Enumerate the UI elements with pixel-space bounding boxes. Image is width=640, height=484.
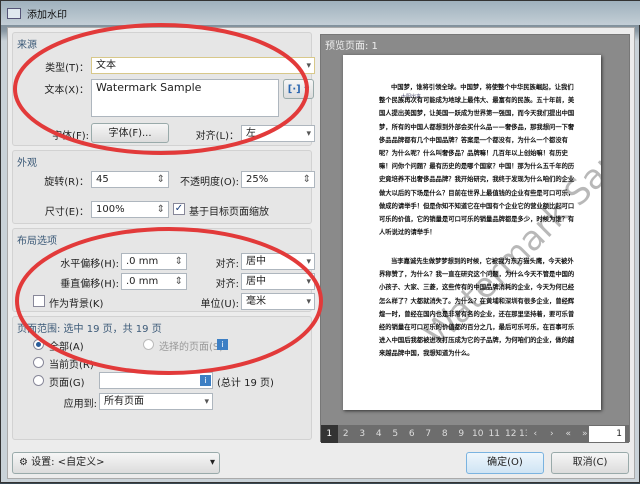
all-pages-radio[interactable]: [33, 339, 44, 350]
selected-pages-radio[interactable]: [143, 339, 154, 350]
preview-panel: 预览页面: 1 太阳出来 中国梦，谁将引领全球。中国梦，将使整个中华民族崛起，让…: [320, 34, 630, 443]
page-10[interactable]: 10: [470, 425, 487, 443]
font-label: 字体(F):: [52, 131, 89, 142]
voffset-label: 垂直偏移(H):: [60, 279, 119, 290]
apply-to-select[interactable]: 所有页面: [99, 393, 213, 410]
page-1[interactable]: 1: [321, 425, 338, 443]
preview-page: 太阳出来 中国梦，谁将引领全球。中国梦，将使整个中华民族崛起，让我们整个民族再次…: [343, 55, 601, 410]
settings-dropdown[interactable]: ⚙ 设置: <自定义> ▾: [12, 452, 220, 474]
text-input[interactable]: Watermark Sample: [91, 79, 279, 117]
current-page-label: 当前页(R): [49, 360, 94, 371]
hoffset-label: 水平偏移(H):: [60, 259, 119, 270]
pages-info-icon: i: [200, 375, 211, 386]
pages-input[interactable]: [99, 372, 213, 389]
type-label: 类型(T)：: [45, 63, 89, 74]
settings-label: 设置: <自定义>: [31, 457, 105, 468]
source-panel: 来源 类型(T)： 文本 文本(X)： Watermark Sample [·]…: [12, 32, 315, 146]
pages-radio[interactable]: [33, 375, 44, 386]
gear-icon: ⚙: [19, 457, 28, 468]
source-heading: 来源: [17, 40, 37, 51]
apply-to-label: 应用到:: [63, 399, 97, 410]
appearance-panel: 外观 旋转(R)： 45 不透明度(O): 25% 尺寸(E)： 100% ✓ …: [12, 150, 315, 224]
valign-label: 对齐:: [215, 279, 239, 290]
type-select[interactable]: 文本: [91, 57, 315, 74]
insert-field-icon: [·]: [287, 84, 301, 95]
opacity-spinner[interactable]: 25%: [241, 171, 315, 188]
layout-heading: 布局选项: [17, 236, 57, 247]
align-label: 对齐(L)：: [195, 131, 239, 142]
page-range-heading: 页面范围: 选中 19 页，共 19 页: [17, 324, 162, 335]
pages-label: 页面(G): [49, 378, 85, 389]
page-3[interactable]: 3: [354, 425, 371, 443]
hoffset-spinner[interactable]: .0 mm: [121, 253, 187, 270]
background-checkbox[interactable]: [33, 295, 45, 307]
chevron-down-icon: ▾: [209, 457, 215, 468]
dialog-title: 添加水印: [27, 9, 67, 21]
appearance-heading: 外观: [17, 158, 37, 169]
page-7[interactable]: 7: [420, 425, 437, 443]
valign-select[interactable]: 居中: [241, 273, 315, 290]
halign-label: 对齐:: [215, 259, 239, 270]
page-11[interactable]: 11: [486, 425, 503, 443]
page-5[interactable]: 5: [387, 425, 404, 443]
halign-select[interactable]: 居中: [241, 253, 315, 270]
rotate-spinner[interactable]: 45: [91, 171, 169, 188]
size-label: 尺寸(E)：: [44, 207, 89, 218]
prev-page-icon[interactable]: ‹: [527, 425, 544, 443]
font-button[interactable]: 字体(F)...: [91, 123, 169, 143]
next-page-icon[interactable]: ›: [544, 425, 561, 443]
page-12[interactable]: 12: [503, 425, 520, 443]
add-watermark-dialog: 添加水印 来源 类型(T)： 文本 文本(X)： Watermark Sampl…: [0, 0, 640, 483]
cancel-button[interactable]: 取消(C): [551, 452, 629, 474]
title-bar: 添加水印: [1, 1, 640, 25]
page-2[interactable]: 2: [338, 425, 355, 443]
opacity-label: 不透明度(O):: [179, 177, 239, 188]
unit-label: 单位(U):: [200, 299, 240, 310]
insert-field-button[interactable]: [·] ▾: [283, 79, 314, 99]
page-9[interactable]: 9: [453, 425, 470, 443]
background-label: 作为背景(K): [49, 299, 104, 310]
app-icon: [7, 7, 21, 19]
preview-title: 预览页面: 1: [325, 41, 378, 52]
rotate-label: 旋转(R)：: [44, 177, 89, 188]
voffset-spinner[interactable]: .0 mm: [121, 273, 187, 290]
align-select[interactable]: 左: [241, 125, 315, 142]
page-13[interactable]: 13: [519, 425, 527, 443]
scale-checkbox[interactable]: ✓: [173, 203, 185, 215]
size-spinner[interactable]: 100%: [91, 201, 169, 218]
unit-select[interactable]: 毫米: [241, 293, 315, 310]
page-navigator: 1 2 3 4 5 6 7 8 9 10 11 12 13 ‹ › « » 1: [321, 425, 629, 443]
layout-panel: 布局选项 水平偏移(H): .0 mm 对齐: 居中 垂直偏移(H): .0 m…: [12, 228, 315, 312]
current-page-radio[interactable]: [33, 357, 44, 368]
dialog-body: 来源 类型(T)： 文本 文本(X)： Watermark Sample [·]…: [7, 27, 635, 479]
ok-button[interactable]: 确定(O): [466, 452, 544, 474]
scale-label: 基于目标页面缩放: [189, 207, 269, 218]
first-page-icon[interactable]: «: [560, 425, 577, 443]
selected-pages-label: 选择的页面(S): [159, 342, 224, 353]
page-number-input[interactable]: 1: [589, 426, 625, 442]
page-range-panel: 页面范围: 选中 19 页，共 19 页 全部(A) 选择的页面(S) i 当前…: [12, 316, 312, 440]
total-pages: (总计 19 页): [217, 378, 274, 389]
info-icon: i: [217, 339, 228, 350]
page-8[interactable]: 8: [437, 425, 454, 443]
text-label: 文本(X)：: [44, 85, 89, 96]
page-4[interactable]: 4: [371, 425, 388, 443]
all-pages-label: 全部(A): [49, 342, 84, 353]
page-6[interactable]: 6: [404, 425, 421, 443]
